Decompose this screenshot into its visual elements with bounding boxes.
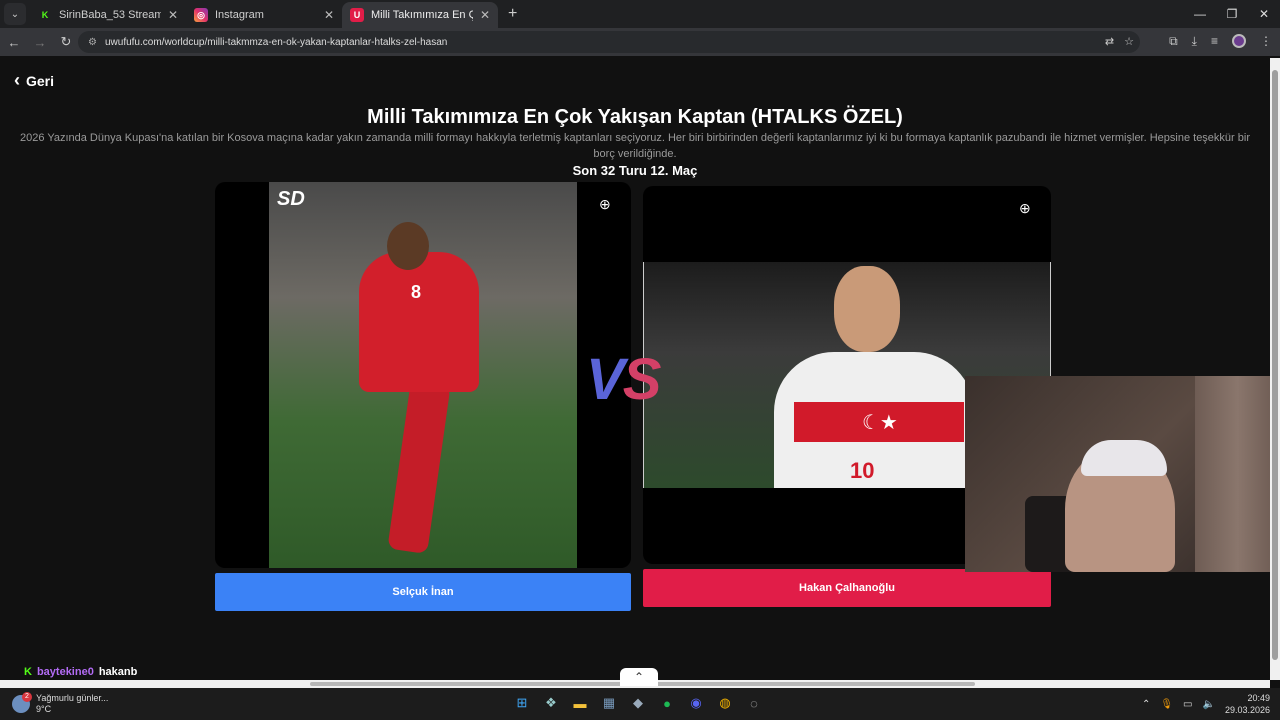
- translate-icon[interactable]: ⇄: [1105, 35, 1114, 48]
- scrollbar-thumb[interactable]: [1272, 70, 1278, 660]
- chevron-up-icon[interactable]: ⌃: [620, 668, 658, 686]
- choice-card-left[interactable]: 8 SD ⊕: [215, 182, 631, 568]
- chat-text: hakanb: [98, 666, 138, 678]
- chat-username: baytekine0: [36, 666, 94, 678]
- clock-time: 20:49: [1247, 693, 1270, 703]
- tab-uwufufu[interactable]: U Milli Takımımıza En Çok Yakışan ✕: [342, 2, 498, 28]
- instagram-icon: ◎: [194, 8, 208, 22]
- close-tab-icon[interactable]: ✕: [168, 8, 178, 22]
- file-explorer-icon[interactable]: ▬: [570, 693, 590, 713]
- app-icon[interactable]: ◌: [744, 693, 764, 713]
- back-link[interactable]: ‹ Geri: [14, 70, 54, 91]
- tab-title: Milli Takımımıza En Çok Yakışan: [371, 9, 473, 21]
- close-window-icon[interactable]: ✕: [1248, 0, 1280, 28]
- player-figure: [387, 380, 451, 554]
- jersey-number: 10: [850, 458, 875, 483]
- volume-icon[interactable]: 🔈: [1203, 699, 1215, 710]
- tab-strip: ⌄ K SirinBaba_53 Stream - Watch Li ✕ ◎ I…: [0, 0, 1280, 28]
- minimize-icon[interactable]: —: [1184, 0, 1216, 28]
- url-text: uwufufu.com/worldcup/milli-takmmza-en-ok…: [104, 36, 448, 48]
- new-tab-button[interactable]: +: [508, 5, 517, 23]
- clock-date: 29.03.2026: [1224, 705, 1270, 715]
- chrome-icon[interactable]: ◍: [715, 693, 735, 713]
- zoom-in-icon[interactable]: ⊕: [599, 196, 611, 213]
- tab-title: SirinBaba_53 Stream - Watch Li: [59, 9, 161, 21]
- system-tray: ⌃ 🎙 ▭ 🔈 20:49 29.03.2026: [1142, 692, 1270, 716]
- kick-icon: K: [24, 666, 32, 678]
- extensions-icon[interactable]: ⧉: [1169, 34, 1178, 49]
- jersey-number: 8: [411, 282, 422, 302]
- restore-icon[interactable]: ❐: [1216, 0, 1248, 28]
- download-icon[interactable]: ⤓: [1192, 34, 1197, 49]
- close-tab-icon[interactable]: ✕: [324, 8, 334, 22]
- windows-start-icon[interactable]: ⊞: [512, 693, 532, 713]
- browser-toolbar: ← → ↻ ⚙ uwufufu.com/worldcup/milli-takmm…: [0, 28, 1280, 56]
- streamer-figure: [1081, 440, 1167, 476]
- uwufufu-icon: U: [350, 8, 364, 22]
- microphone-icon[interactable]: 🎙: [1160, 699, 1173, 710]
- notification-badge: 2: [22, 692, 32, 702]
- crescent-star-icon: ☾★: [862, 412, 898, 434]
- player-figure: [387, 222, 429, 270]
- forward-arrow-icon[interactable]: →: [28, 35, 52, 50]
- player-photo-left[interactable]: 8 SD: [269, 182, 577, 568]
- chevron-up-icon[interactable]: ⌃: [1142, 699, 1150, 710]
- vs-label: VS: [586, 347, 661, 412]
- player-figure: [359, 252, 479, 392]
- weather-icon: 2: [12, 692, 32, 713]
- kick-icon: K: [41, 10, 49, 20]
- page-content: ‹ Geri Milli Takımımıza En Çok Yakışan K…: [0, 58, 1280, 680]
- discord-icon[interactable]: ◉: [686, 693, 706, 713]
- player-figure: [834, 266, 900, 352]
- select-right-button[interactable]: Hakan Çalhanoğlu: [643, 569, 1051, 607]
- page-description: 2026 Yazında Dünya Kupası'na katılan bir…: [20, 132, 1250, 160]
- page-title: Milli Takımımıza En Çok Yakışan Kaptan (…: [367, 106, 903, 128]
- select-left-button[interactable]: Selçuk İnan: [215, 573, 631, 611]
- vertical-scrollbar[interactable]: [1270, 58, 1280, 680]
- chevron-left-icon: ‹: [14, 70, 20, 90]
- tab-title: Instagram: [215, 9, 264, 21]
- temperature: 9°C: [36, 704, 52, 714]
- weather-text: Yağmurlu günler...: [36, 693, 109, 703]
- close-tab-icon[interactable]: ✕: [480, 8, 490, 22]
- zoom-in-icon[interactable]: ⊕: [1019, 200, 1031, 217]
- tab-search-button[interactable]: ⌄: [4, 3, 26, 25]
- bookmark-star-icon[interactable]: ☆: [1124, 35, 1134, 48]
- tab-instagram[interactable]: ◎ Instagram ✕: [186, 2, 342, 28]
- address-bar[interactable]: ⚙ uwufufu.com/worldcup/milli-takmmza-en-…: [78, 31, 1140, 53]
- back-arrow-icon[interactable]: ←: [2, 35, 26, 50]
- taskbar-apps: ⊞ ❖ ▬ ▦ ◆ ● ◉ ◍ ◌: [512, 693, 764, 713]
- clock[interactable]: 20:49 29.03.2026: [1225, 692, 1270, 716]
- tab-kick-stream[interactable]: K SirinBaba_53 Stream - Watch Li ✕: [30, 2, 186, 28]
- webcam-background: [1195, 376, 1280, 572]
- media-controls-icon[interactable]: ≡: [1211, 34, 1218, 49]
- spotify-icon[interactable]: ●: [657, 693, 677, 713]
- steam-icon[interactable]: ◆: [628, 693, 648, 713]
- window-controls: — ❐ ✕: [1184, 0, 1280, 28]
- profile-avatar[interactable]: [1232, 34, 1246, 48]
- round-label: Son 32 Turu 12. Maç: [572, 163, 698, 178]
- menu-dots-icon[interactable]: ⋮: [1260, 34, 1272, 49]
- back-label: Geri: [26, 72, 55, 89]
- windows-taskbar: 2 Yağmurlu günler... 9°C ⊞ ❖ ▬ ▦ ◆ ● ◉ ◍…: [0, 688, 1280, 720]
- site-info-icon[interactable]: ⚙: [88, 37, 97, 48]
- network-icon[interactable]: ▭: [1183, 699, 1192, 710]
- app-icon[interactable]: ❖: [541, 693, 561, 713]
- reload-icon[interactable]: ↻: [54, 34, 78, 50]
- weather-widget[interactable]: 2 Yağmurlu günler... 9°C: [12, 692, 109, 715]
- sd-logo: SD: [277, 188, 305, 210]
- chat-message: K baytekine0 hakanb: [24, 666, 137, 678]
- store-icon[interactable]: ▦: [599, 693, 619, 713]
- webcam-overlay: [965, 376, 1280, 572]
